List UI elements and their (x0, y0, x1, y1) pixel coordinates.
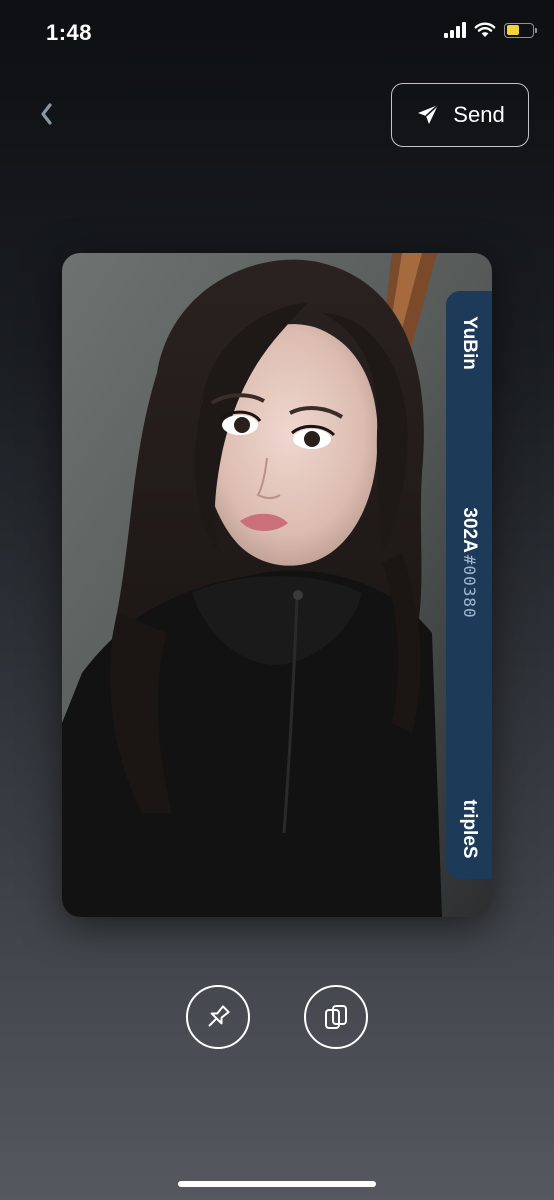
photo-image (62, 253, 492, 917)
card-artist-name: tripleS (459, 799, 480, 859)
card-info-panel: YuBin 302A #00380 tripleS (446, 291, 492, 879)
battery-level (506, 25, 519, 35)
card-serial-number: #00380 (460, 554, 479, 619)
status-time: 1:48 (46, 20, 93, 45)
chevron-left-icon (41, 103, 52, 125)
copy-icon (325, 1005, 347, 1029)
paper-plane-icon (418, 104, 439, 124)
pin-icon (208, 1005, 230, 1027)
card-collection: 302A (459, 507, 480, 553)
status-icons (444, 22, 537, 38)
copy-button[interactable] (304, 985, 368, 1049)
card-member-name: YuBin (459, 316, 480, 370)
card-serial: 302A #00380 (458, 507, 480, 618)
back-button[interactable] (28, 96, 64, 132)
cellular-signal-icon (444, 22, 466, 38)
home-indicator (178, 1181, 376, 1187)
battery-icon (504, 22, 537, 38)
pin-button[interactable] (186, 985, 250, 1049)
send-button[interactable]: Send (391, 83, 529, 147)
status-bar: 1:48 (0, 0, 554, 70)
wifi-icon (474, 22, 496, 37)
photocard[interactable]: YuBin 302A #00380 tripleS (62, 253, 492, 917)
send-label: Send (453, 102, 505, 127)
